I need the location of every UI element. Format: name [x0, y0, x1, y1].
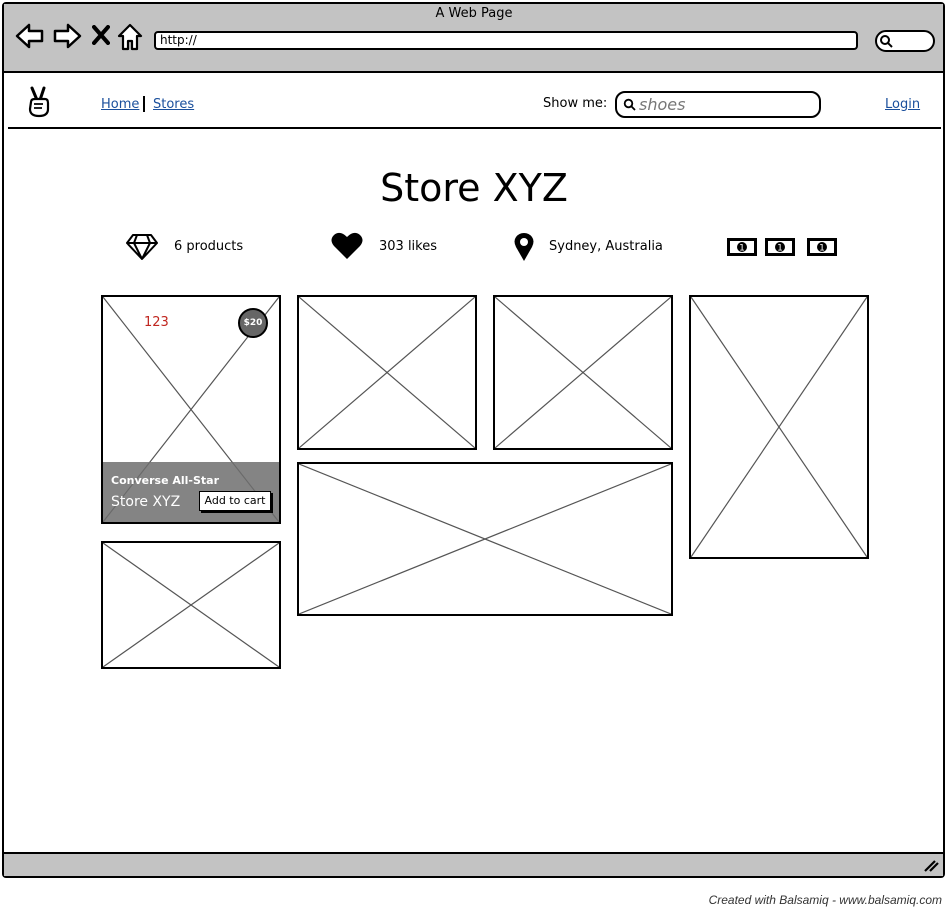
store-location: Sydney, Australia [549, 239, 663, 254]
close-x-icon[interactable] [92, 25, 110, 49]
product-tile[interactable] [493, 295, 673, 450]
forward-arrow-icon[interactable] [52, 22, 82, 54]
nav-stores-link[interactable]: Stores [153, 97, 194, 112]
svg-text:1: 1 [819, 244, 825, 254]
map-pin-icon [513, 232, 535, 266]
window-title: A Web Page [435, 6, 513, 21]
products-count: 6 products [174, 239, 244, 254]
product-tile[interactable] [297, 295, 477, 450]
svg-text:1: 1 [739, 244, 745, 254]
login-link[interactable]: Login [885, 97, 920, 112]
image-placeholder [691, 297, 867, 557]
search-icon [623, 98, 636, 111]
browser-status-bar [4, 852, 943, 876]
peace-hand-logo-icon[interactable] [26, 86, 52, 122]
browser-search-field[interactable] [875, 30, 935, 52]
image-placeholder [495, 297, 671, 448]
header-divider [8, 127, 941, 129]
product-search-input[interactable]: shoes [615, 91, 821, 118]
price-badge: $20 [238, 308, 268, 338]
home-icon[interactable] [117, 23, 143, 55]
svg-text:1: 1 [777, 244, 783, 254]
money-icon: 1 [806, 237, 838, 261]
product-tile-wide[interactable] [297, 462, 673, 616]
resize-grip-icon[interactable] [923, 859, 939, 873]
product-likes: 123 [144, 315, 169, 330]
balsamiq-credit: Created with Balsamiq - www.balsamiq.com [708, 893, 942, 907]
url-input[interactable]: http:// [154, 31, 858, 50]
money-icon: 1 [726, 237, 758, 261]
image-placeholder [103, 543, 279, 667]
page-title: Store XYZ [380, 166, 568, 210]
likes-count: 303 likes [379, 239, 438, 254]
product-tile[interactable] [101, 541, 281, 669]
money-icon: 1 [764, 237, 796, 261]
product-tile-tall[interactable] [689, 295, 869, 559]
diamond-icon [125, 233, 159, 265]
search-placeholder: shoes [639, 95, 686, 114]
search-icon [880, 35, 893, 48]
nav-separator [143, 96, 145, 112]
back-arrow-icon[interactable] [15, 22, 45, 54]
product-store: Store XYZ [111, 494, 181, 510]
product-name: Converse All-Star [111, 474, 220, 487]
image-placeholder [299, 464, 671, 614]
product-info-overlay: Converse All-Star Store XYZ Add to cart [103, 462, 279, 522]
image-placeholder [299, 297, 475, 448]
show-me-label: Show me: [543, 96, 608, 111]
toolbar-divider [2, 71, 945, 73]
heart-icon [330, 231, 364, 265]
nav-home-link[interactable]: Home [101, 97, 139, 112]
add-to-cart-button[interactable]: Add to cart [199, 491, 271, 511]
product-card[interactable]: 123 $20 Converse All-Star Store XYZ Add … [101, 295, 281, 524]
